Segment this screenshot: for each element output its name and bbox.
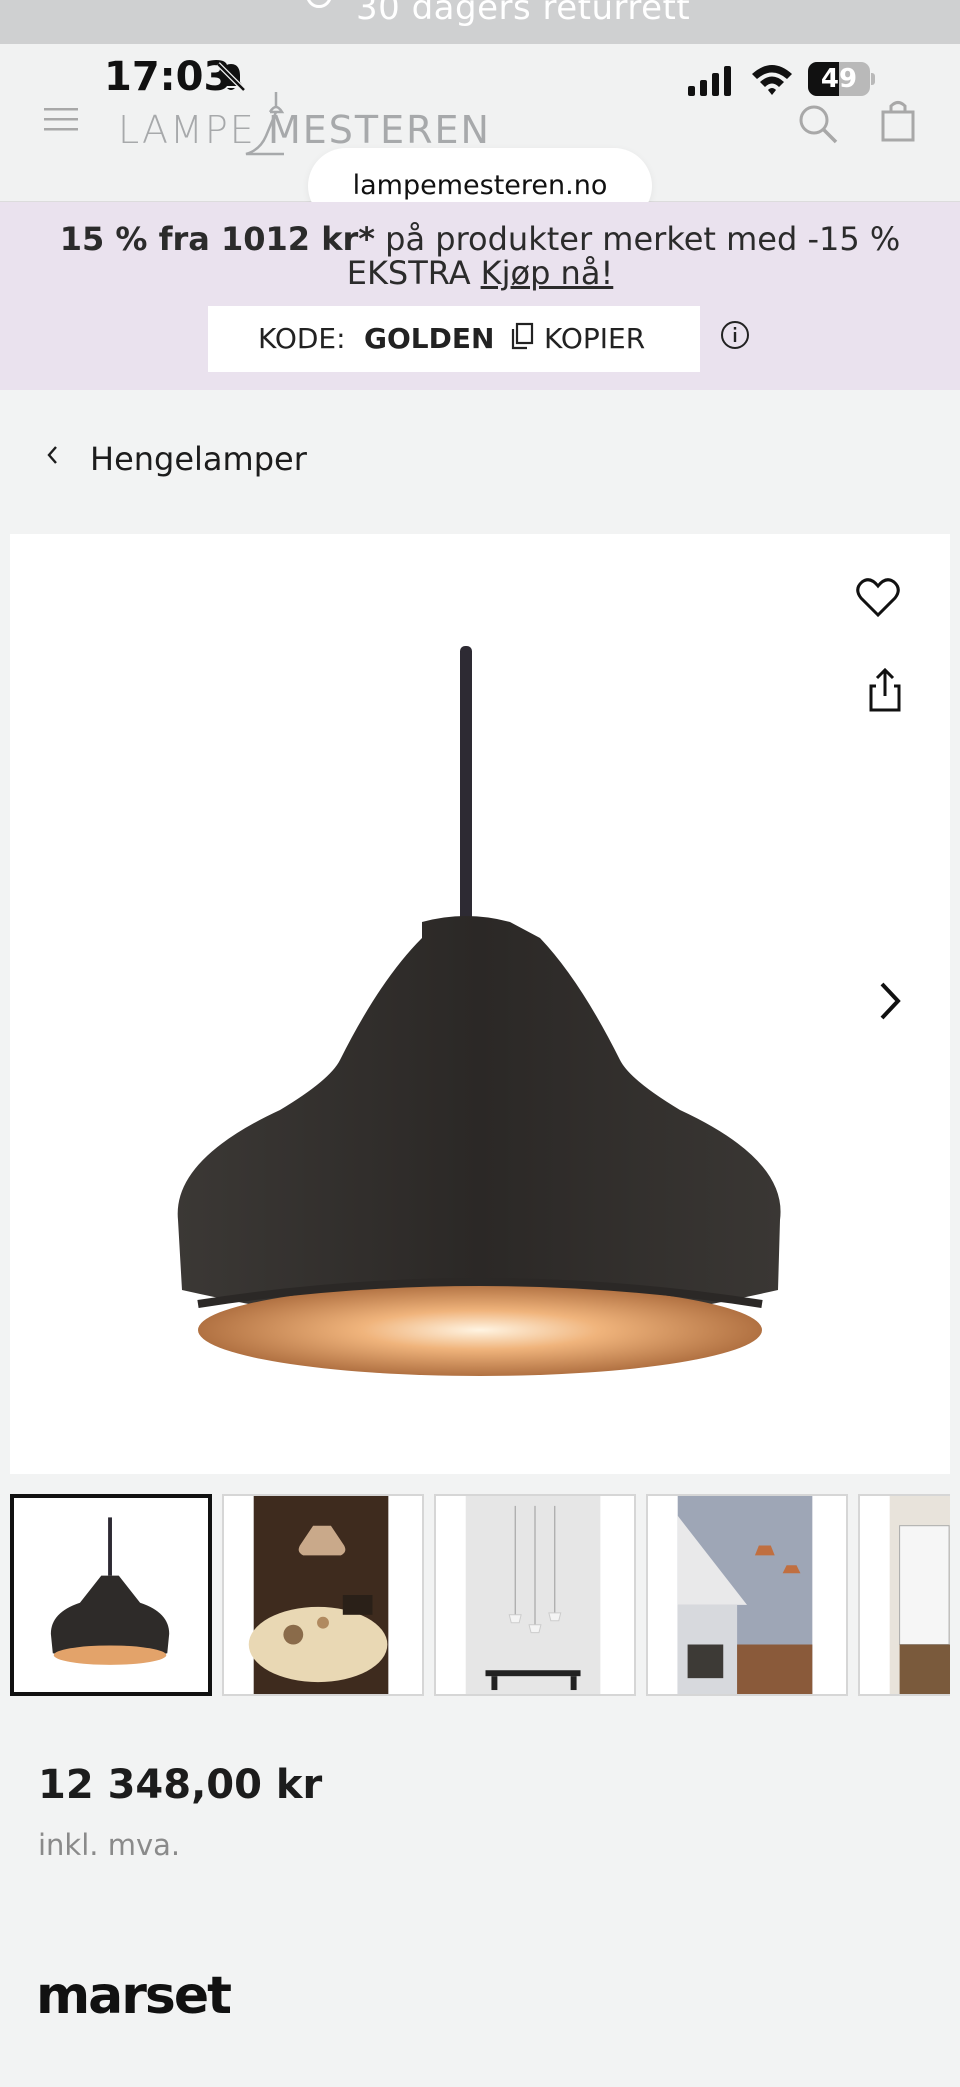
page: 30 dagers returrett 17:03 49 LAMPE MESTE… bbox=[0, 0, 960, 2087]
chevron-left-icon[interactable] bbox=[44, 444, 62, 466]
breadcrumb-back-link[interactable]: Hengelamper bbox=[90, 440, 307, 478]
battery-level: 49 bbox=[820, 64, 858, 94]
thumbnail-3[interactable] bbox=[434, 1494, 636, 1696]
share-icon[interactable] bbox=[868, 668, 902, 712]
code-value: GOLDEN bbox=[364, 322, 495, 355]
promo-line-2: EKSTRA Kjøp nå! bbox=[346, 254, 614, 292]
thumbnail-5[interactable] bbox=[858, 1494, 950, 1696]
thumbnail-2[interactable] bbox=[222, 1494, 424, 1696]
discount-code-box[interactable]: KODE: GOLDEN KOPIER bbox=[208, 306, 700, 372]
returns-strip: 30 dagers returrett bbox=[0, 0, 960, 44]
wifi-icon bbox=[752, 65, 792, 95]
search-icon[interactable] bbox=[796, 102, 840, 146]
status-time: 17:03 bbox=[104, 54, 232, 100]
thumbnail-strip bbox=[10, 1494, 950, 1698]
chevron-right-icon[interactable] bbox=[876, 980, 904, 1022]
return-circle-icon bbox=[306, 0, 332, 8]
shopping-bag-icon[interactable] bbox=[880, 100, 916, 142]
copy-button[interactable]: KOPIER bbox=[544, 322, 645, 355]
signal-icon bbox=[688, 66, 731, 96]
brand-logo[interactable]: marset bbox=[36, 1966, 232, 2026]
battery-icon: 49 bbox=[808, 62, 876, 96]
product-price: 12 348,00 kr bbox=[38, 1762, 323, 1808]
info-icon[interactable] bbox=[720, 320, 750, 350]
thumbnail-1[interactable] bbox=[10, 1494, 212, 1696]
heart-icon[interactable] bbox=[856, 578, 900, 618]
pendant-lamp-image bbox=[177, 646, 781, 1376]
thumbnail-4[interactable] bbox=[646, 1494, 848, 1696]
vat-note: inkl. mva. bbox=[38, 1828, 181, 1862]
promo-banner: 15 % fra 1012 kr* på produkter merket me… bbox=[0, 202, 960, 390]
buy-now-link[interactable]: Kjøp nå! bbox=[481, 254, 614, 292]
returns-text: 30 dagers returrett bbox=[356, 0, 691, 28]
copy-icon[interactable] bbox=[510, 322, 534, 352]
hamburger-menu-icon[interactable] bbox=[42, 106, 82, 134]
code-label: KODE: bbox=[258, 322, 346, 355]
logo-text-right: MESTEREN bbox=[268, 108, 491, 152]
promo-line-1: 15 % fra 1012 kr* på produkter merket me… bbox=[59, 220, 901, 258]
